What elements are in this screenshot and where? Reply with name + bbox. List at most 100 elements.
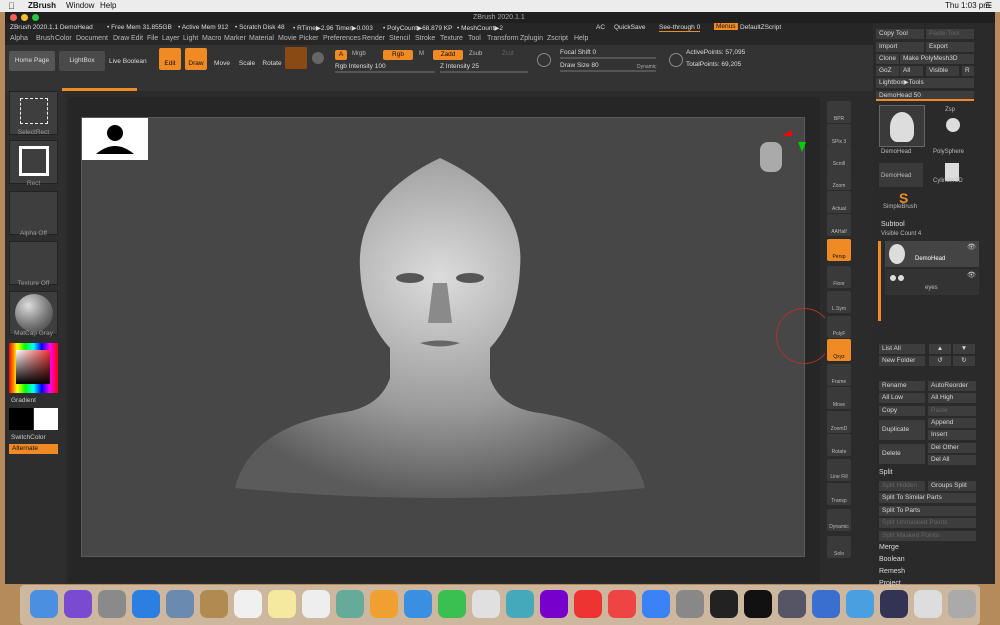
shelf-rotate-button[interactable]: Rotate [827,434,851,456]
shelf-move-button[interactable]: Move [827,387,851,409]
export-button[interactable]: Export [926,42,974,52]
dock-app-icon[interactable] [744,590,772,618]
all-low-button[interactable]: All Low [879,393,925,403]
dock-app-icon[interactable] [268,590,296,618]
all-high-button[interactable]: All High [928,393,976,403]
rect-stroke-tile[interactable] [9,140,58,184]
dock-app-icon[interactable] [948,590,976,618]
insert-button[interactable]: Insert [928,430,976,440]
dock-app-icon[interactable] [404,590,432,618]
dock-app-icon[interactable] [778,590,806,618]
arrow-down-icon[interactable]: ▼ [953,344,975,354]
dock-app-icon[interactable] [166,590,194,618]
shelf-actual-button[interactable]: Actual [827,191,851,213]
split-masked-button[interactable]: Split Masked Points [879,531,976,541]
mrgb-toggle[interactable]: Mrgb [352,51,366,57]
maximize-window-button[interactable] [32,14,39,21]
shelf-frame-button[interactable]: Frame [827,364,851,386]
m-toggle[interactable]: M [419,51,424,57]
zsub-toggle[interactable]: Zsub [469,51,482,57]
menu-edit[interactable]: Edit [131,35,143,42]
dock-app-icon[interactable] [880,590,908,618]
menu-transform[interactable]: Transform [487,35,519,42]
dock-app-icon[interactable] [812,590,840,618]
apple-icon[interactable]:  [8,1,15,11]
goz-visible-button[interactable]: Visible [926,66,959,76]
dock-app-icon[interactable] [472,590,500,618]
delete-button[interactable]: Delete [879,444,925,464]
dock-app-icon[interactable] [710,590,738,618]
menu-movie[interactable]: Movie [278,35,297,42]
zadd-toggle[interactable]: Zadd [433,50,463,60]
switchcolor-button[interactable]: SwitchColor [11,434,46,441]
dock-app-icon[interactable] [438,590,466,618]
home-page-button[interactable]: Home Page [9,51,55,71]
merge-header[interactable]: Merge [879,544,899,551]
shelf-qxyz-button[interactable]: Qxyz [827,339,851,361]
shelf-zoom-button[interactable]: Zoom [827,168,851,190]
dock-app-icon[interactable] [608,590,636,618]
subtool-header[interactable]: Subtool [881,221,905,228]
dock-app-icon[interactable] [132,590,160,618]
groups-split-button[interactable]: Groups Split [928,481,976,491]
shelf-dynamic-button[interactable]: Dynamic [827,509,851,531]
tool-thumb-demohead[interactable] [879,105,925,147]
menu-zplugin[interactable]: Zplugin [520,35,543,42]
menu-draw[interactable]: Draw [113,35,129,42]
paste-button[interactable]: Paste [928,406,976,416]
gradient-label[interactable]: Gradient [11,397,36,404]
draw-button[interactable]: Draw [185,48,207,70]
shelf-transp-button[interactable]: Transp [827,483,851,505]
lightbox-button[interactable]: LightBox [59,51,105,71]
goz-all-button[interactable]: All [900,66,923,76]
dock-app-icon[interactable] [64,590,92,618]
menu-zscript[interactable]: Zscript [547,35,568,42]
menu-window[interactable]: Window [66,1,94,10]
rgb-intensity-slider[interactable]: Rgb Intensity 100 [335,63,435,73]
dock-app-icon[interactable] [540,590,568,618]
eye-icon[interactable]: 👁 [967,243,976,251]
del-all-button[interactable]: Del All [928,455,976,465]
menu-stroke[interactable]: Stroke [415,35,435,42]
remesh-header[interactable]: Remesh [879,568,905,575]
a-toggle[interactable]: A [335,50,347,60]
split-parts-button[interactable]: Split To Parts [879,506,976,516]
live-boolean-button[interactable]: Live Boolean [109,58,147,65]
paste-tool-button[interactable]: Paste Tool [926,29,974,39]
navigation-head-icon[interactable] [760,142,782,172]
secondary-color[interactable] [9,408,33,430]
rgb-toggle[interactable]: Rgb [383,50,413,60]
arrow-up-icon[interactable]: ▲ [929,344,951,354]
focal-shift-slider[interactable]: Focal Shift 0 [560,49,656,59]
new-folder-button[interactable]: New Folder [879,356,925,366]
visible-count-slider[interactable]: Visible Count 4 [881,231,921,237]
menu-render[interactable]: Render [362,35,385,42]
menu-tool[interactable]: Tool [468,35,481,42]
menu-marker[interactable]: Marker [224,35,246,42]
dock-app-icon[interactable] [574,590,602,618]
dock-app-icon[interactable] [234,590,262,618]
dock-app-icon[interactable] [302,590,330,618]
alternate-button[interactable]: Alternate [9,444,58,454]
close-window-button[interactable] [10,14,17,21]
edit-button[interactable]: Edit [159,48,181,70]
split-header[interactable]: Split [879,469,893,476]
dock-app-icon[interactable] [642,590,670,618]
main-color[interactable] [34,408,58,430]
shelf-scroll-button[interactable]: Scroll [827,146,851,168]
polysphere-icon[interactable] [946,118,960,132]
menu-file[interactable]: File [147,35,158,42]
shelf-floor-button[interactable]: Floor [827,266,851,288]
menu-help[interactable]: Help [574,35,588,42]
copy-button[interactable]: Copy [879,406,925,416]
menu-help[interactable]: Help [100,1,116,10]
move-down-icon[interactable]: ↻ [953,356,975,366]
rotate-button[interactable]: Rotate [261,48,283,70]
dock-app-icon[interactable] [846,590,874,618]
material-swatch[interactable] [285,47,307,69]
dock-app-icon[interactable] [506,590,534,618]
color-picker[interactable] [9,343,58,393]
del-other-button[interactable]: Del Other [928,443,976,453]
copy-tool-button[interactable]: Copy Tool [876,29,924,39]
demohead-model[interactable] [230,158,650,508]
